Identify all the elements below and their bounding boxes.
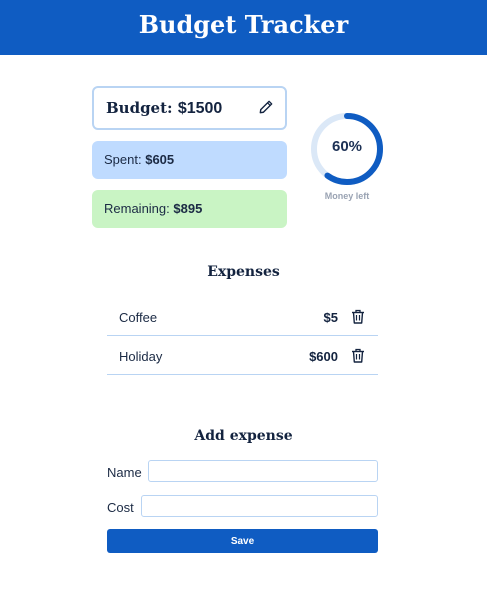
expense-cost: $600 (309, 349, 338, 364)
expense-list: Coffee $5 Holiday $600 (107, 297, 378, 375)
budget-amount: $1500 (177, 100, 223, 117)
pencil-icon[interactable] (259, 100, 273, 114)
remaining-amount: $895 (173, 201, 203, 216)
budget-text: Budget: $1500 (106, 99, 222, 118)
trash-icon[interactable] (351, 309, 365, 324)
budget-card: Budget: $1500 (92, 86, 287, 130)
budget-label: Budget: (106, 99, 173, 117)
expense-name: Holiday (119, 349, 163, 364)
money-left-caption: Money left (324, 191, 370, 201)
save-button[interactable]: Save (107, 529, 378, 553)
remaining-summary: Remaining: $895 (92, 190, 287, 228)
add-expense-heading: Add expense (194, 428, 293, 444)
expense-name-input[interactable] (148, 460, 378, 482)
app-title: Budget Tracker (138, 10, 349, 39)
spent-label: Spent: (104, 152, 142, 167)
expense-row: Coffee $5 (107, 297, 378, 336)
expense-cost-input[interactable] (141, 495, 378, 517)
spent-text: Spent: $605 (104, 152, 174, 167)
money-left-percent: 60% (331, 138, 363, 155)
app-header: Budget Tracker (0, 0, 487, 55)
expense-name: Coffee (119, 310, 158, 325)
expenses-heading: Expenses (207, 264, 280, 280)
remaining-text: Remaining: $895 (104, 201, 202, 216)
expense-cost: $5 (323, 310, 338, 325)
expense-row: Holiday $600 (107, 336, 378, 375)
trash-icon[interactable] (351, 348, 365, 363)
name-label: Name (107, 465, 142, 480)
remaining-label: Remaining: (104, 201, 170, 216)
spent-amount: $605 (145, 152, 175, 167)
spent-summary: Spent: $605 (92, 141, 287, 179)
cost-label: Cost (107, 500, 134, 515)
